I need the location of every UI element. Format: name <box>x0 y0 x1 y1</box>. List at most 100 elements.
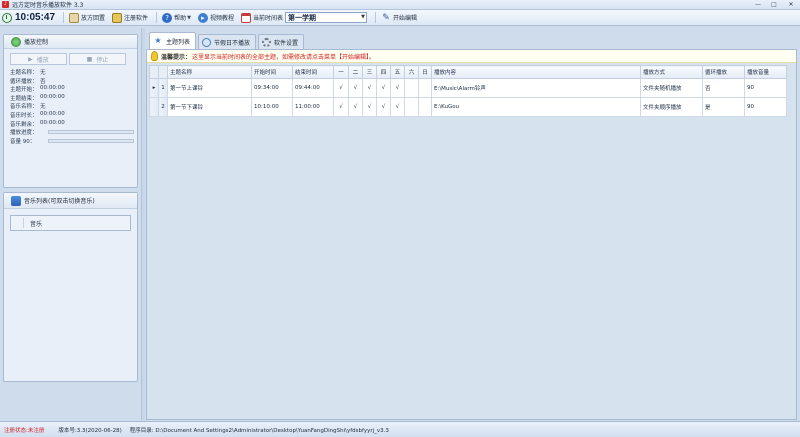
toolbar-divider <box>156 12 158 23</box>
schedule-selector: 当前时间表 第一学期 ▼ <box>239 11 369 25</box>
video-tutorial-button[interactable]: ▸ 视频教程 <box>196 11 236 25</box>
info-row: 主题名称：无 <box>10 70 46 76</box>
desktop-label: 放方回置 <box>81 15 106 22</box>
notice-bar: 温馨提示： 这里显示当前时间表的全部主题，如需修改请点击菜单【开始编辑】。 <box>147 50 796 63</box>
col-header[interactable]: 主题名称 <box>167 65 252 79</box>
schedule-value: 第一学期 <box>287 13 316 22</box>
col-header[interactable]: 播放方式 <box>640 65 703 79</box>
calendar-icon <box>240 12 251 23</box>
notice-text: 这里显示当前时间表的全部主题，如需修改请点击菜单【开始编辑】。 <box>192 53 376 61</box>
col-header[interactable]: 播放音量 <box>744 65 787 79</box>
col-header[interactable]: 三 <box>362 65 377 79</box>
progress-bar[interactable] <box>48 130 134 135</box>
col-header[interactable]: 开始时间 <box>251 65 293 79</box>
loop-cell: 是 <box>702 97 745 117</box>
play-control-header: 播放控制 <box>4 35 137 49</box>
col-header[interactable]: 循环播放 <box>702 65 745 79</box>
stop-button[interactable]: ■ 停止 <box>69 53 126 65</box>
col-header[interactable]: 二 <box>348 65 363 79</box>
corner-cell <box>158 65 168 79</box>
play-icon: ▶ <box>28 55 33 63</box>
tab-theme-list[interactable]: ★ 主题列表 <box>149 32 197 49</box>
help-label: 帮助 <box>174 15 187 22</box>
help-menu-button[interactable]: ? 帮助 ▼ <box>160 11 193 25</box>
table-row[interactable]: ▸ 1 第一节上课铃 09:34:00 09:44:00 √ √ √ √ √ E… <box>149 78 787 98</box>
end-time-cell: 11:00:00 <box>292 97 334 117</box>
window-title: 远方定时音乐播放软件 3.3 <box>12 2 84 9</box>
end-time-cell: 09:44:00 <box>292 78 334 98</box>
close-button[interactable]: ✕ <box>782 0 800 9</box>
pencil-icon: ✎ <box>382 12 390 23</box>
tab-settings[interactable]: 软件设置 <box>258 34 305 49</box>
day-cell: √ <box>390 78 405 98</box>
loop-cell: 否 <box>702 78 745 98</box>
registration-status: 注册状态:未注册 <box>4 427 45 434</box>
day-cell: √ <box>348 78 363 98</box>
music-list-icon <box>11 195 21 206</box>
toolbar-divider <box>374 12 376 23</box>
day-cell <box>418 78 432 98</box>
panel-splitter[interactable] <box>141 28 145 420</box>
help-icon: ? <box>162 12 173 23</box>
chevron-down-icon: ▼ <box>187 14 191 21</box>
volume-slider[interactable] <box>48 139 134 144</box>
col-header[interactable]: 一 <box>333 65 349 79</box>
lock-icon <box>112 12 123 23</box>
minimize-button[interactable]: — <box>750 0 766 9</box>
register-button[interactable]: 注册软件 <box>110 11 150 25</box>
lightbulb-icon <box>151 51 158 61</box>
info-row: 音乐时长： 00:00:00 <box>10 110 65 119</box>
edit-button[interactable]: ✎ 开始编辑 <box>379 11 419 25</box>
col-header[interactable]: 播放内容 <box>431 65 641 79</box>
info-row: 音乐剩余： 00:00:00 <box>10 119 65 128</box>
home-icon <box>69 12 80 23</box>
row-number: 1 <box>158 78 168 98</box>
day-cell: √ <box>362 97 377 117</box>
star-icon: ★ <box>154 36 162 45</box>
music-column-header[interactable]: 音乐 <box>10 215 131 231</box>
volume-row: 音量 90： <box>4 137 137 146</box>
theme-name-cell: 第一节上课铃 <box>167 78 252 98</box>
title-bar: ♪ 远方定时音乐播放软件 3.3 — □ ✕ <box>0 0 800 10</box>
theme-name-cell: 第一节下课铃 <box>167 97 252 117</box>
row-number: 2 <box>158 97 168 117</box>
clock-icon <box>2 12 12 23</box>
col-header[interactable]: 六 <box>404 65 419 79</box>
theme-table: 主题名称 开始时间 结束时间 一 二 三 四 五 六 日 播放内容 播放方式 循… <box>149 65 787 117</box>
tab-label: 节假日不播放 <box>214 39 251 47</box>
chevron-down-icon: ▼ <box>361 14 365 20</box>
app-icon: ♪ <box>2 1 9 8</box>
day-cell: √ <box>333 97 349 117</box>
start-time-cell: 10:10:00 <box>251 97 293 117</box>
col-header[interactable]: 五 <box>390 65 405 79</box>
gear-icon <box>262 37 272 47</box>
register-label: 注册软件 <box>124 15 149 22</box>
schedule-dropdown[interactable]: 第一学期 ▼ <box>284 12 367 23</box>
version-info: 版本号:3.3(2020-06-28) <box>58 427 122 434</box>
volume-cell: 90 <box>744 78 787 98</box>
volume-label: 音量 90： <box>10 139 36 146</box>
toolbar-divider <box>63 12 65 23</box>
tab-label: 主题列表 <box>166 38 191 46</box>
play-button[interactable]: ▶ 播放 <box>10 53 67 65</box>
tab-holidays[interactable]: 节假日不播放 <box>198 34 257 49</box>
col-header[interactable]: 结束时间 <box>292 65 334 79</box>
col-header[interactable]: 日 <box>418 65 432 79</box>
mode-cell: 文件夹顺序播放 <box>640 97 703 117</box>
music-list-title: 音乐列表(可双击切换音乐) <box>24 198 95 205</box>
desktop-button[interactable]: 放方回置 <box>67 11 107 25</box>
day-cell: √ <box>362 78 377 98</box>
day-cell: √ <box>390 97 405 117</box>
maximize-button[interactable]: □ <box>766 0 782 9</box>
music-list-body: 音乐 <box>4 209 137 236</box>
table-row[interactable]: 2 第一节下课铃 10:10:00 11:00:00 √ √ √ √ √ E:\… <box>149 97 787 117</box>
music-list-panel: 音乐列表(可双击切换音乐) 音乐 <box>3 192 138 382</box>
main-area: ★ 主题列表 节假日不播放 软件设置 温馨提示： 这里显示当前时间表的全部主题，… <box>146 32 797 420</box>
day-cell: √ <box>376 97 391 117</box>
corner-cell <box>149 65 159 79</box>
tab-label: 软件设置 <box>274 39 299 47</box>
content-cell: E:\KuGou <box>431 97 641 117</box>
music-column-label: 音乐 <box>30 220 43 228</box>
current-row-indicator <box>149 97 159 117</box>
col-header[interactable]: 四 <box>376 65 391 79</box>
